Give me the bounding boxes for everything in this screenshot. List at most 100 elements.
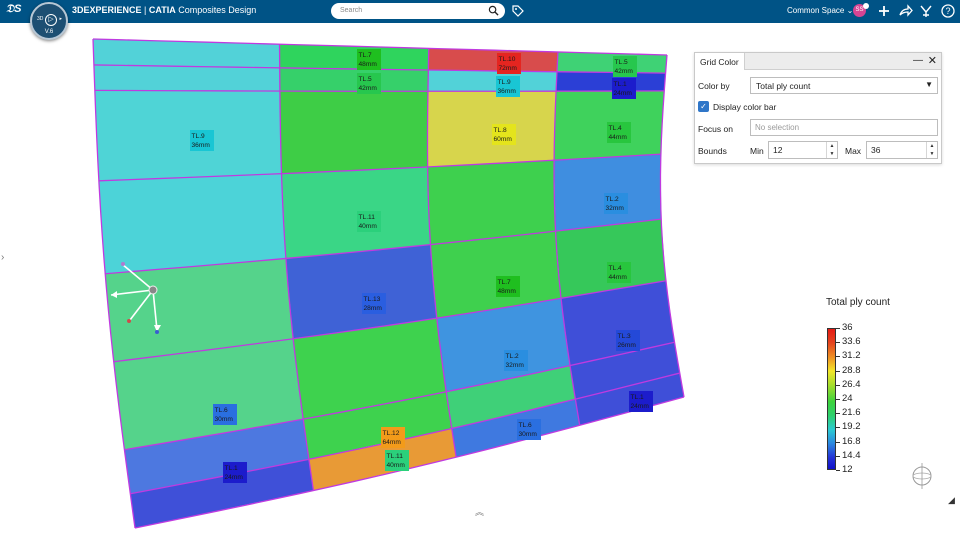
ds-logo-icon[interactable]: 𝔇S bbox=[6, 3, 22, 16]
ply-label[interactable]: TL.7 48mm bbox=[357, 49, 381, 70]
ply-label[interactable]: TL.4 44mm bbox=[607, 122, 631, 143]
navigation-compass-icon[interactable] bbox=[905, 460, 939, 490]
app-brand: 3DEXPERIENCE | CATIA Composites Design bbox=[72, 5, 256, 15]
color-bar-tick bbox=[836, 384, 840, 386]
min-stepper[interactable]: 12 ▲ ▼ bbox=[768, 141, 838, 159]
ply-label-name: TL.10 bbox=[499, 56, 516, 63]
ply-label-name: TL.2 bbox=[606, 196, 620, 203]
display-color-bar-checkbox[interactable]: ✓ bbox=[698, 101, 709, 112]
color-bar-tick-label: 31.2 bbox=[842, 350, 861, 362]
grid-cell[interactable] bbox=[554, 154, 662, 232]
max-label: Max bbox=[845, 146, 862, 156]
ply-label-name: TL.3 bbox=[618, 333, 632, 340]
tools-icon[interactable] bbox=[918, 3, 934, 19]
ply-label-name: TL.7 bbox=[359, 52, 373, 59]
ply-label[interactable]: TL.9 36mm bbox=[190, 130, 214, 151]
compass-3d-label: 3D bbox=[37, 16, 44, 22]
space-selector[interactable]: Common Space ⌄ bbox=[787, 6, 853, 15]
ply-label[interactable]: TL.11 40mm bbox=[357, 211, 381, 232]
color-bar-tick bbox=[836, 399, 840, 400]
grid-cell[interactable] bbox=[279, 91, 428, 174]
ply-label-name: TL.2 bbox=[506, 353, 520, 360]
play-icon[interactable]: ▷ bbox=[45, 14, 57, 26]
panel-title[interactable]: Grid Color bbox=[695, 53, 745, 70]
ply-label-thickness: 44mm bbox=[609, 274, 628, 281]
ply-label[interactable]: TL.1 24mm bbox=[612, 78, 636, 99]
grid-cell[interactable] bbox=[427, 70, 557, 92]
compass-widget[interactable]: 3D ▷ ▸ V.6 bbox=[30, 2, 68, 40]
close-button[interactable]: ✕ bbox=[928, 54, 937, 67]
dropdown-arrow-icon: ▼ bbox=[925, 80, 933, 89]
ply-label[interactable]: TL.6 30mm bbox=[517, 419, 541, 440]
ply-label[interactable]: TL.13 28mm bbox=[362, 293, 386, 314]
ply-label-thickness: 24mm bbox=[225, 474, 244, 481]
ply-label-thickness: 64mm bbox=[383, 439, 402, 446]
stepper-arrows-icon[interactable]: ▲ ▼ bbox=[826, 142, 837, 158]
corner-resize-icon[interactable]: ◢ bbox=[948, 495, 955, 506]
color-bar-tick bbox=[836, 441, 840, 443]
focus-on-label: Focus on bbox=[698, 124, 733, 134]
ply-label-thickness: 48mm bbox=[498, 288, 517, 295]
ply-label[interactable]: TL.7 48mm bbox=[496, 276, 520, 297]
ply-label-name: TL.7 bbox=[498, 279, 512, 286]
ply-label[interactable]: TL.5 42mm bbox=[357, 73, 381, 94]
search-input[interactable]: Search bbox=[331, 3, 505, 19]
ply-label-thickness: 60mm bbox=[494, 136, 513, 143]
focus-on-input[interactable]: No selection bbox=[750, 119, 938, 136]
color-bar-tick bbox=[836, 328, 840, 329]
grid-cell[interactable] bbox=[427, 160, 556, 245]
ply-label[interactable]: TL.9 36mm bbox=[496, 76, 520, 97]
ply-label-name: TL.1 bbox=[631, 394, 645, 401]
color-bar-tick-label: 33.6 bbox=[842, 336, 861, 348]
top-bar: 𝔇S 3DEXPERIENCE | CATIA Composites Desig… bbox=[0, 0, 960, 23]
ply-label[interactable]: TL.1 24mm bbox=[223, 462, 247, 483]
grid-cell[interactable] bbox=[94, 90, 282, 181]
search-icon[interactable] bbox=[488, 5, 499, 16]
ply-label[interactable]: TL.5 42mm bbox=[613, 56, 637, 77]
ply-label-thickness: 36mm bbox=[192, 142, 211, 149]
brand-separator: | bbox=[141, 5, 149, 15]
ply-label-thickness: 26mm bbox=[618, 342, 637, 349]
ply-label-thickness: 48mm bbox=[359, 61, 378, 68]
help-icon[interactable]: ? bbox=[940, 3, 956, 19]
grid-cell[interactable] bbox=[98, 173, 286, 274]
ply-label-thickness: 24mm bbox=[631, 403, 650, 410]
notification-dot-icon bbox=[863, 3, 869, 9]
tag-icon[interactable] bbox=[511, 4, 525, 18]
grid-cell[interactable] bbox=[279, 67, 429, 92]
grid-cell[interactable] bbox=[427, 91, 557, 167]
ply-label[interactable]: TL.3 26mm bbox=[616, 330, 640, 351]
ply-label-thickness: 40mm bbox=[359, 223, 378, 230]
ply-label[interactable]: TL.11 40mm bbox=[385, 450, 409, 471]
ply-label[interactable]: TL.4 44mm bbox=[607, 262, 631, 283]
ply-label[interactable]: TL.2 32mm bbox=[504, 350, 528, 371]
grid-cell[interactable] bbox=[556, 71, 666, 92]
share-icon[interactable] bbox=[897, 3, 913, 19]
color-by-select[interactable]: Total ply count ▼ bbox=[750, 77, 938, 94]
ply-label[interactable]: TL.8 60mm bbox=[492, 124, 516, 145]
max-stepper[interactable]: 36 ▲ ▼ bbox=[866, 141, 938, 159]
grid-cell[interactable] bbox=[281, 166, 431, 259]
ply-label-name: TL.4 bbox=[609, 265, 623, 272]
color-bar-tick bbox=[836, 342, 840, 344]
ply-label[interactable]: TL.6 30mm bbox=[213, 404, 237, 425]
ply-label[interactable]: TL.12 64mm bbox=[381, 427, 405, 448]
color-bar-tick-label: 19.2 bbox=[842, 421, 861, 433]
space-label: Common Space bbox=[787, 6, 845, 15]
ply-label-thickness: 32mm bbox=[506, 362, 525, 369]
ply-label-thickness: 42mm bbox=[359, 85, 378, 92]
left-panel-handle-icon[interactable]: › bbox=[1, 252, 4, 263]
ply-label[interactable]: TL.2 32mm bbox=[604, 193, 628, 214]
plus-icon[interactable] bbox=[876, 3, 892, 19]
color-bar-tick-label: 28.8 bbox=[842, 364, 861, 376]
ply-label-thickness: 24mm bbox=[614, 90, 633, 97]
ply-label[interactable]: TL.1 24mm bbox=[629, 391, 653, 412]
ply-label-name: TL.4 bbox=[609, 125, 623, 132]
color-by-label: Color by bbox=[698, 81, 730, 91]
bottom-panel-handle-icon[interactable]: ︽ bbox=[475, 505, 484, 518]
ply-label[interactable]: TL.10 72mm bbox=[497, 53, 521, 74]
minimize-button[interactable]: — bbox=[913, 55, 923, 66]
stepper-arrows-icon[interactable]: ▲ ▼ bbox=[926, 142, 937, 158]
ply-label-name: TL.12 bbox=[383, 430, 400, 437]
grid-cell[interactable] bbox=[93, 64, 280, 92]
